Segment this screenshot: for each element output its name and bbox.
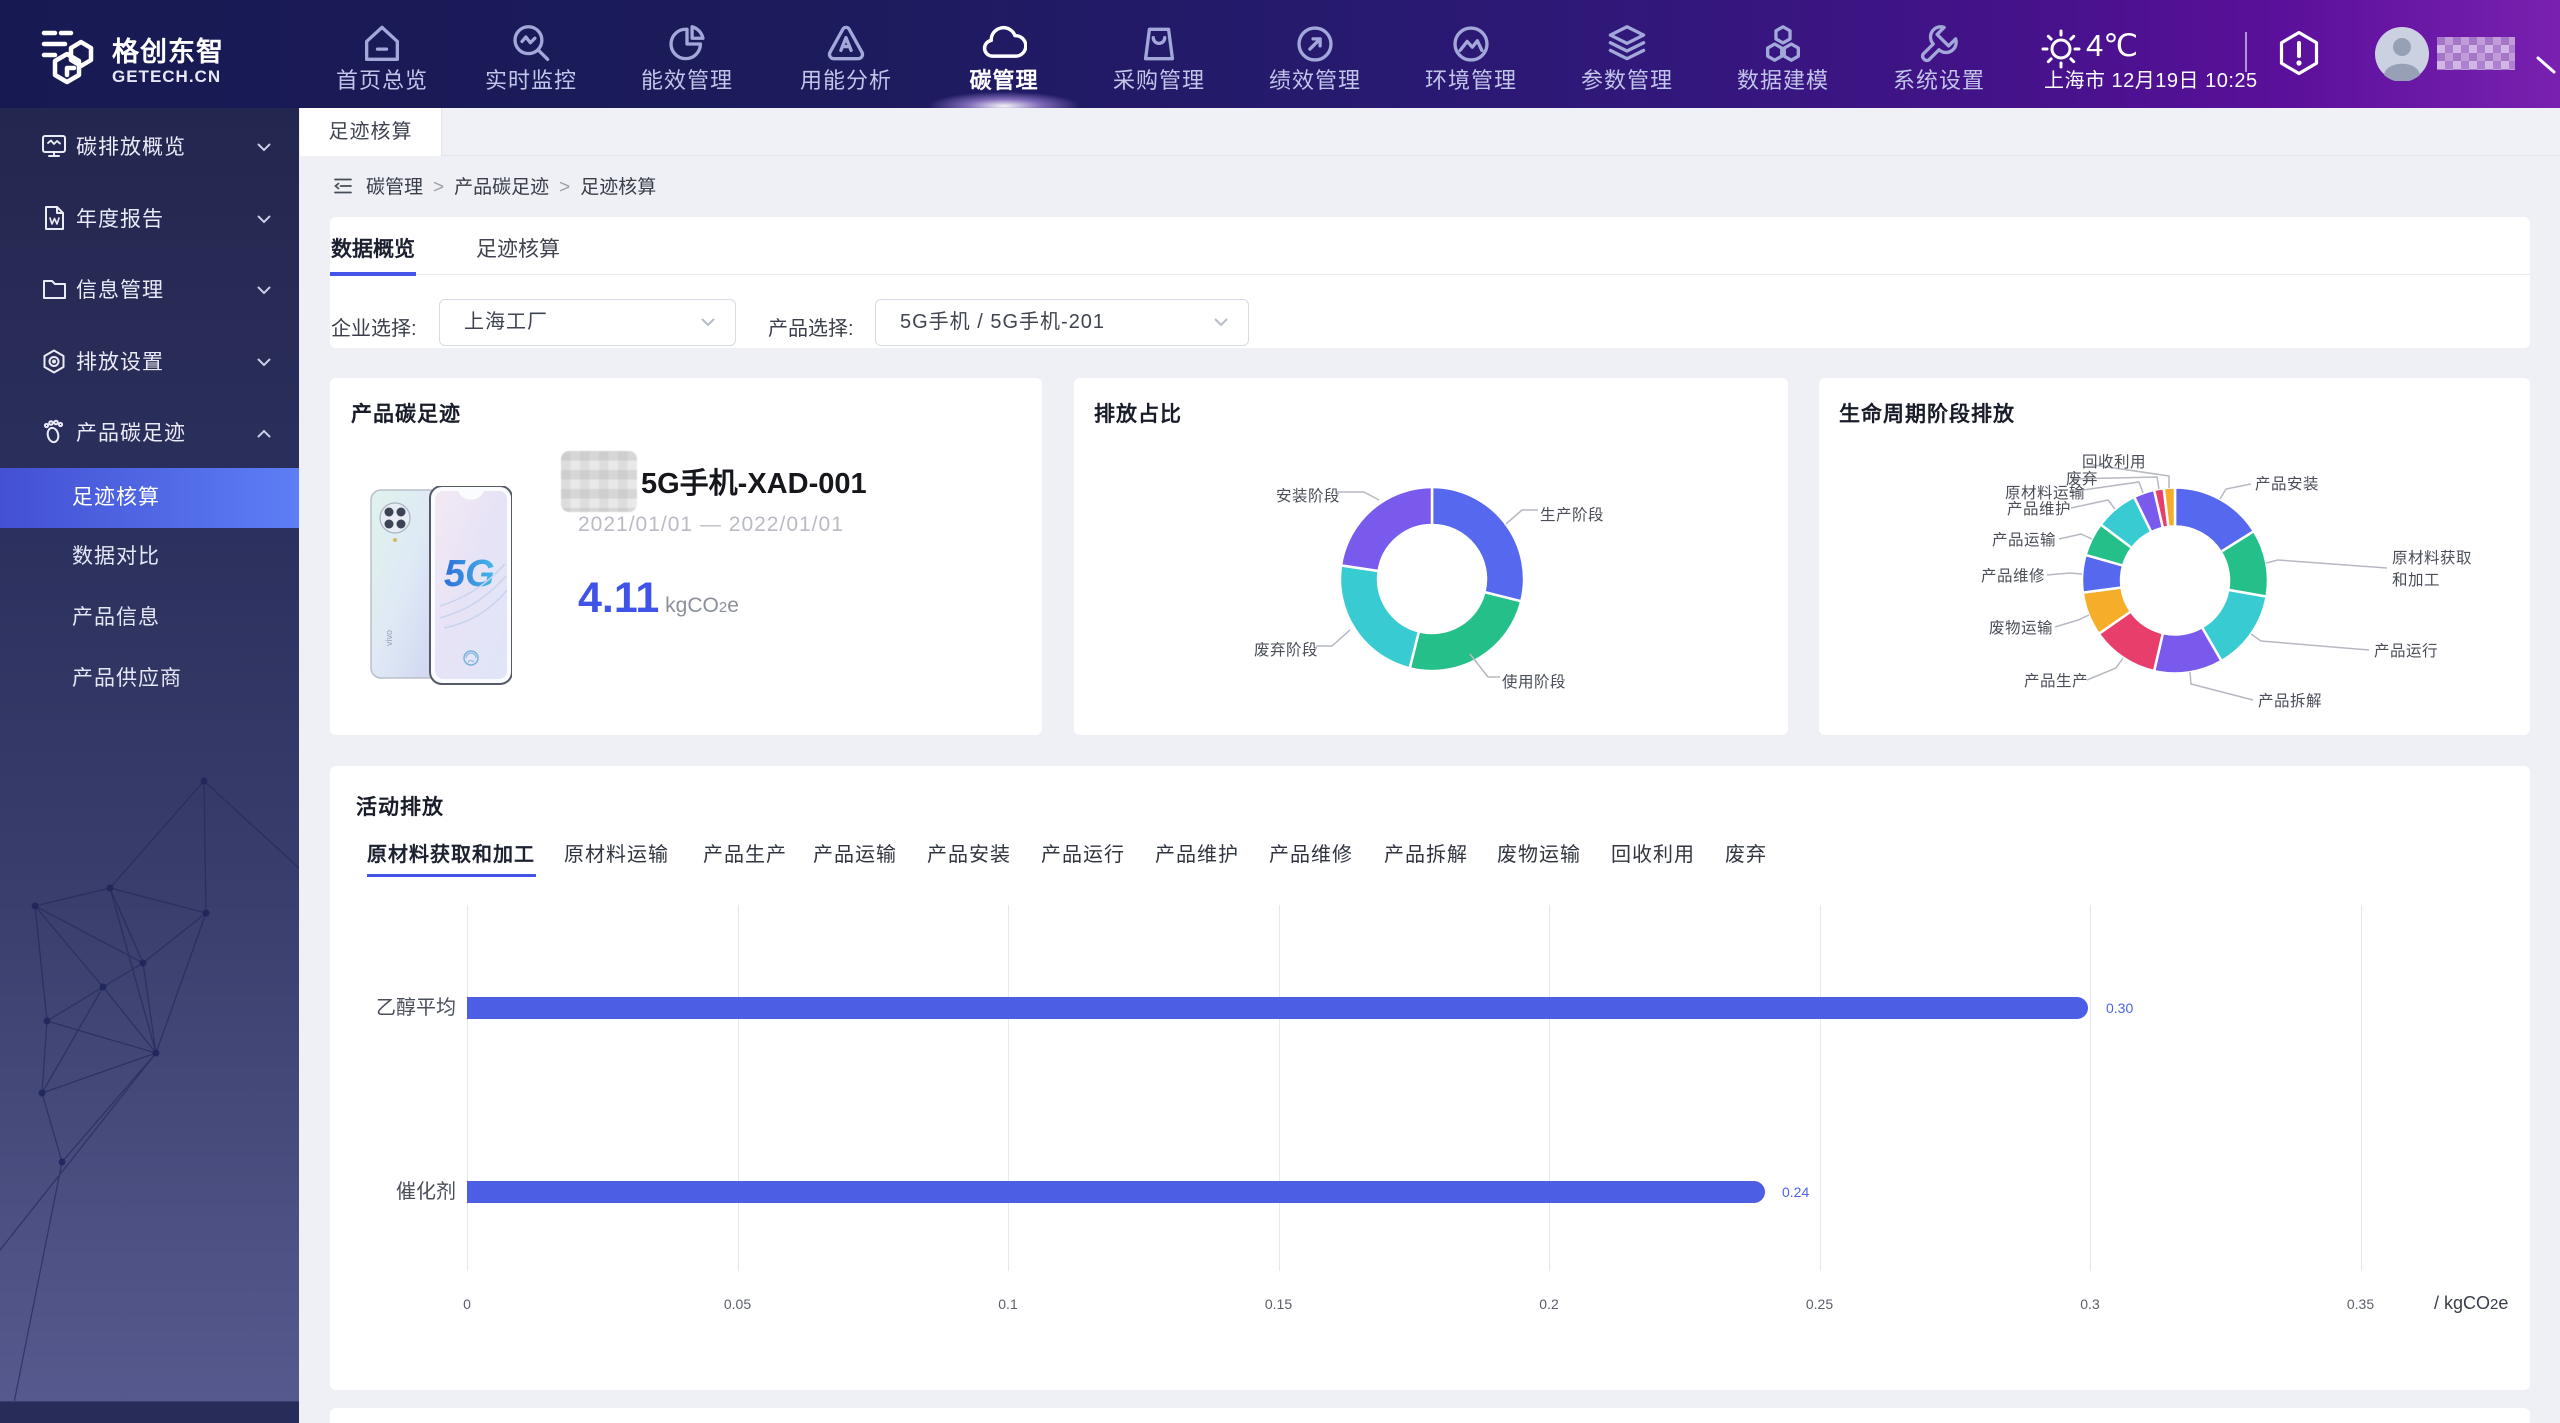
svg-text:vivo: vivo <box>384 630 394 646</box>
svg-text:5G: 5G <box>444 553 495 595</box>
